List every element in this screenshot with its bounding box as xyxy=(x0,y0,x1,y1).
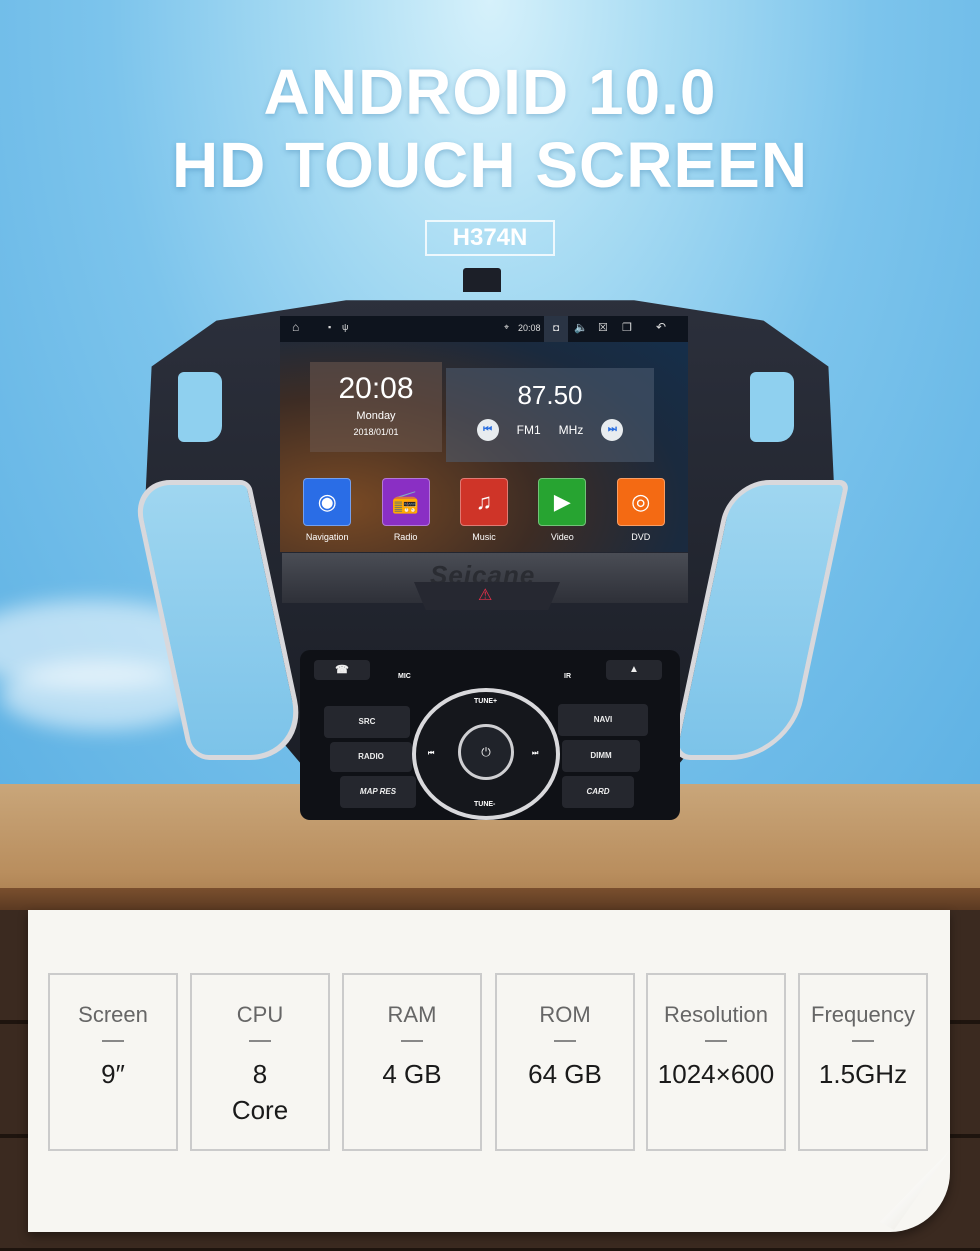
headline-line1: ANDROID 10.0 xyxy=(263,56,717,128)
divider xyxy=(249,1040,271,1042)
spec-value: 4 GB xyxy=(382,1059,442,1089)
spec-card-screen: Screen 9″ xyxy=(48,973,178,1151)
spec-card-frequency: Frequency 1.5GHz xyxy=(798,973,928,1151)
radio-unit: MHz xyxy=(558,423,584,437)
spec-card-resolution: Resolution 1024×600 xyxy=(646,973,786,1151)
model-badge: H374N xyxy=(425,220,555,256)
tune-down-label: TUNE- xyxy=(474,801,496,808)
spec-label: Screen xyxy=(78,1002,148,1027)
app-music[interactable]: ♫ Music xyxy=(453,478,515,542)
music-icon: ♫ xyxy=(459,478,508,526)
spec-card-ram: RAM 4 GB xyxy=(342,973,482,1151)
divider xyxy=(705,1040,727,1042)
spec-value: 1024×600 xyxy=(657,1059,775,1089)
navi-button[interactable]: NAVI xyxy=(558,704,648,736)
spec-value: 9″ xyxy=(101,1059,125,1089)
app-dvd[interactable]: ◎ DVD xyxy=(610,478,672,542)
divider xyxy=(852,1040,874,1042)
app-label: Music xyxy=(472,532,496,542)
navigation-icon: ◉ xyxy=(303,478,352,526)
spec-card-rom: ROM 64 GB xyxy=(495,973,635,1151)
src-button[interactable]: SRC xyxy=(324,706,410,738)
spec-value: 64 GB xyxy=(528,1059,602,1089)
spec-label: Resolution xyxy=(664,1002,768,1027)
app-label: Video xyxy=(550,532,574,542)
app-label: Navigation xyxy=(305,532,349,542)
clock-day: Monday xyxy=(356,410,396,422)
ir-label: IR xyxy=(564,673,571,680)
app-video[interactable]: ▶ Video xyxy=(531,478,593,542)
location-icon: ⌖ xyxy=(504,322,510,332)
divider xyxy=(102,1040,124,1042)
table-edge xyxy=(0,888,980,910)
clock-date: 2018/01/01 xyxy=(353,427,399,437)
volume-icon[interactable]: 🔈 xyxy=(574,321,588,334)
radio-frequency: 87.50 xyxy=(517,380,583,410)
spec-value-2: Core xyxy=(231,1095,289,1125)
spec-card-cpu: CPU 8 Core xyxy=(190,973,330,1151)
spec-label: Frequency xyxy=(811,1002,915,1027)
radio-band: FM1 xyxy=(516,423,541,437)
screenshot-icon[interactable]: ◘ xyxy=(544,316,568,342)
spec-value: 1.5GHz xyxy=(818,1059,908,1089)
status-time: 20:08 xyxy=(518,323,541,333)
divider xyxy=(401,1040,423,1042)
right-side-window xyxy=(750,372,794,442)
headline-line2: HD TOUCH SCREEN xyxy=(171,129,809,201)
next-track-icon[interactable]: ⏭ xyxy=(532,750,538,758)
status-bar: ⌂ ▪ ψ ⌖ 20:08 ◘ 🔈 ☒ ❐ ↶ xyxy=(280,316,688,342)
tune-up-label: TUNE+ xyxy=(474,698,498,705)
top-mount xyxy=(463,268,501,292)
mic-label: MIC xyxy=(398,673,411,680)
call-button[interactable]: ☎ xyxy=(314,660,370,680)
dvd-icon: ◎ xyxy=(616,478,665,526)
left-side-window xyxy=(178,372,222,442)
spec-label: CPU xyxy=(236,1002,284,1027)
spec-label: ROM xyxy=(539,1002,591,1027)
divider xyxy=(554,1040,576,1042)
clock-time: 20:08 xyxy=(338,372,414,405)
app-label: DVD xyxy=(631,532,651,542)
prev-track-icon[interactable]: ⏮ xyxy=(428,750,434,758)
touch-screen[interactable]: ⌂ ▪ ψ ⌖ 20:08 ◘ 🔈 ☒ ❐ ↶ 20:08 Monday 201… xyxy=(280,316,688,552)
map-res-button[interactable]: MAP RES xyxy=(340,776,416,808)
recent-apps-icon[interactable]: ❐ xyxy=(622,321,632,334)
spec-label: RAM xyxy=(387,1002,437,1027)
dimm-button[interactable]: DIMM xyxy=(562,740,640,772)
home-icon[interactable]: ⌂ xyxy=(292,320,299,334)
seek-back-button[interactable]: ⏮ xyxy=(476,419,499,441)
app-radio[interactable]: 📻 Radio xyxy=(375,478,437,542)
hazard-icon: ⚠ xyxy=(478,587,493,604)
app-navigation[interactable]: ◉ Navigation xyxy=(296,478,358,542)
close-window-icon[interactable]: ☒ xyxy=(598,321,608,334)
card-button[interactable]: CARD xyxy=(562,776,634,808)
app-label: Radio xyxy=(393,532,418,542)
radio-icon: 📻 xyxy=(381,478,430,526)
image-icon: ▪ xyxy=(328,322,332,332)
back-icon[interactable]: ↶ xyxy=(656,320,666,334)
power-volume-knob[interactable]: ⏻ xyxy=(458,724,514,780)
radio-widget[interactable]: 87.50 ⏮ FM1 MHz ⏭ xyxy=(446,368,654,462)
clock-widget[interactable]: 20:08 Monday 2018/01/01 xyxy=(310,362,442,452)
video-icon: ▶ xyxy=(538,478,587,526)
eject-button[interactable]: ▲ xyxy=(606,660,662,680)
radio-button[interactable]: RADIO xyxy=(330,742,412,772)
spec-value: 8 xyxy=(252,1059,268,1089)
seek-forward-button[interactable]: ⏭ xyxy=(601,419,624,441)
usb-icon: ψ xyxy=(342,322,349,332)
app-launcher: ◉ Navigation 📻 Radio ♫ Music ▶ Video ◎ DVD xyxy=(280,478,688,542)
